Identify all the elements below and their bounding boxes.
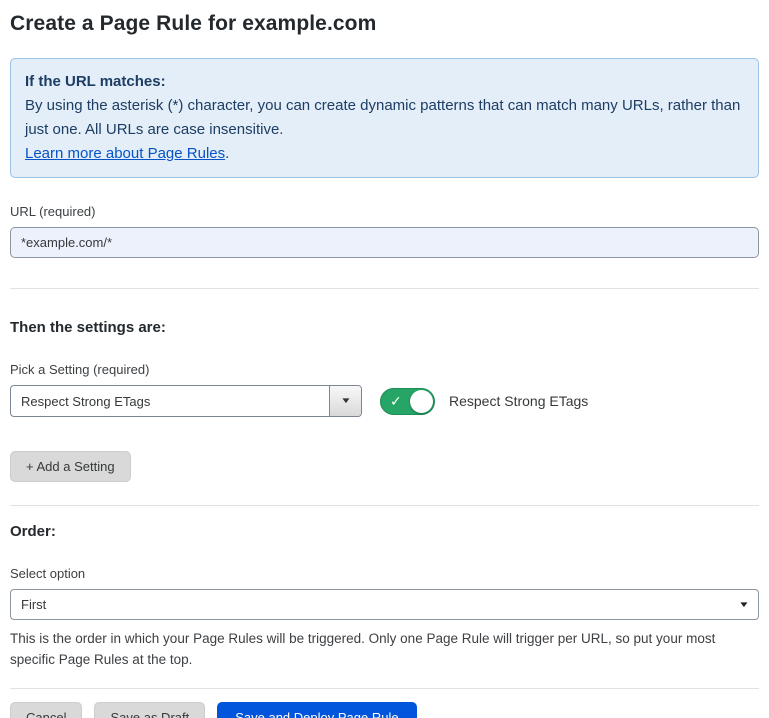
info-box-body: By using the asterisk (*) character, you… bbox=[25, 94, 744, 142]
info-box-heading: If the URL matches: bbox=[25, 70, 744, 94]
order-section-heading: Order: bbox=[10, 523, 759, 540]
setting-row: Respect Strong ETags ▼ ✓ Respect Strong … bbox=[10, 385, 759, 417]
setting-select[interactable]: Respect Strong ETags ▼ bbox=[10, 385, 362, 417]
add-setting-wrap: + Add a Setting bbox=[10, 451, 759, 482]
save-deploy-button[interactable]: Save and Deploy Page Rule bbox=[217, 702, 416, 718]
order-help-text: This is the order in which your Page Rul… bbox=[10, 628, 759, 670]
divider bbox=[10, 288, 759, 289]
url-input[interactable] bbox=[10, 227, 759, 258]
settings-section-heading: Then the settings are: bbox=[10, 319, 759, 336]
toggle-label: Respect Strong ETags bbox=[449, 393, 588, 409]
chevron-down-icon: ▼ bbox=[340, 397, 352, 405]
info-box-link-line: Learn more about Page Rules. bbox=[25, 142, 744, 166]
setting-select-value: Respect Strong ETags bbox=[11, 386, 329, 416]
order-select[interactable]: First ▼ bbox=[10, 589, 759, 620]
pick-setting-label: Pick a Setting (required) bbox=[10, 362, 759, 377]
link-suffix: . bbox=[225, 145, 229, 162]
page-title: Create a Page Rule for example.com bbox=[10, 12, 759, 36]
save-draft-button[interactable]: Save as Draft bbox=[94, 702, 205, 718]
check-icon: ✓ bbox=[390, 394, 402, 408]
action-button-row: Cancel Save as Draft Save and Deploy Pag… bbox=[10, 702, 759, 718]
etags-toggle[interactable]: ✓ bbox=[380, 388, 435, 415]
setting-select-dropdown-button[interactable]: ▼ bbox=[329, 386, 361, 416]
learn-more-link[interactable]: Learn more about Page Rules bbox=[25, 145, 225, 162]
url-match-info-box: If the URL matches: By using the asteris… bbox=[10, 58, 759, 178]
cancel-button[interactable]: Cancel bbox=[10, 702, 82, 718]
order-select-label: Select option bbox=[10, 566, 759, 581]
divider bbox=[10, 505, 759, 506]
toggle-knob bbox=[410, 390, 433, 413]
order-select-value: First bbox=[21, 597, 46, 612]
divider bbox=[10, 688, 759, 689]
page-rule-form: Create a Page Rule for example.com If th… bbox=[0, 0, 769, 718]
url-label: URL (required) bbox=[10, 204, 759, 219]
add-setting-button[interactable]: + Add a Setting bbox=[10, 451, 131, 482]
chevron-down-icon: ▼ bbox=[738, 601, 750, 609]
